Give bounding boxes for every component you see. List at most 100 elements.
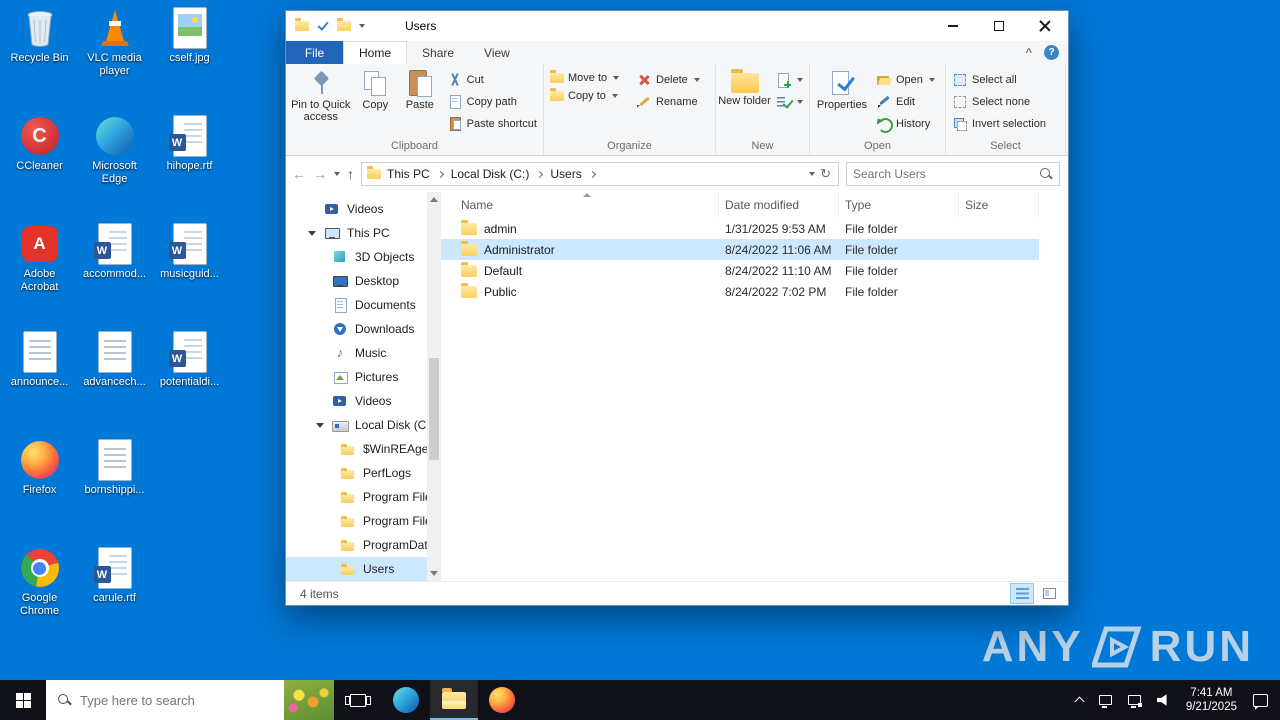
search-input[interactable] xyxy=(853,167,1036,181)
nav-item-local-disk-c[interactable]: Local Disk (C:) xyxy=(286,413,427,437)
nav-item-music[interactable]: ♪Music xyxy=(286,341,427,365)
column-header-type[interactable]: Type xyxy=(839,192,959,218)
nav-item-videos[interactable]: Videos xyxy=(286,389,427,413)
nav-item-pictures[interactable]: Pictures xyxy=(286,365,427,389)
search-icon[interactable] xyxy=(1040,168,1053,181)
desktop-icon-google-chrome[interactable]: Google Chrome xyxy=(2,542,77,650)
nav-item-users[interactable]: Users xyxy=(286,557,427,581)
desktop-icon-carule[interactable]: W carule.rtf xyxy=(77,542,152,650)
invert-selection-button[interactable]: Invert selection xyxy=(948,116,1050,132)
column-header-size[interactable]: Size xyxy=(959,192,1039,218)
file-row-administrator[interactable]: Administrator 8/24/2022 11:06 AM File fo… xyxy=(441,239,1039,260)
large-icons-view-button[interactable] xyxy=(1038,584,1060,603)
desktop-icon-hihope[interactable]: W hihope.rtf xyxy=(152,110,227,218)
new-item-button[interactable] xyxy=(771,72,807,88)
desktop-icon-bornshippi[interactable]: bornshippi... xyxy=(77,434,152,542)
desktop-icon-ccleaner[interactable]: C CCleaner xyxy=(2,110,77,218)
taskbar-search-input[interactable] xyxy=(80,693,240,708)
desktop-icon-microsoft-edge[interactable]: Microsoft Edge xyxy=(77,110,152,218)
qat-new-folder-icon[interactable] xyxy=(337,21,351,31)
desktop-icon-recycle-bin[interactable]: Recycle Bin xyxy=(2,2,77,110)
tray-display-button[interactable] xyxy=(1091,680,1120,720)
tab-share[interactable]: Share xyxy=(407,41,469,64)
tab-view[interactable]: View xyxy=(469,41,525,64)
scroll-up-icon[interactable] xyxy=(430,197,438,202)
nav-item-documents[interactable]: Documents xyxy=(286,293,427,317)
rename-button[interactable]: Rename xyxy=(632,94,712,110)
nav-item-3d-objects[interactable]: 3D Objects xyxy=(286,245,427,269)
task-view-button[interactable] xyxy=(334,680,382,720)
select-all-button[interactable]: Select all xyxy=(948,72,1050,88)
paste-shortcut-button[interactable]: Paste shortcut xyxy=(443,116,541,132)
history-button[interactable]: History xyxy=(872,116,939,132)
scrollbar-thumb[interactable] xyxy=(429,358,439,460)
expander-icon[interactable] xyxy=(316,423,324,428)
breadcrumb-separator-icon[interactable] xyxy=(536,170,543,177)
up-button[interactable]: ↑ xyxy=(347,166,354,182)
new-folder-button[interactable]: New folder xyxy=(718,65,771,140)
qat-properties-icon[interactable] xyxy=(317,20,329,32)
taskbar-firefox-button[interactable] xyxy=(478,680,526,720)
cut-button[interactable]: Cut xyxy=(443,72,541,88)
address-box[interactable]: This PC Local Disk (C:) Users ↻ xyxy=(361,162,839,186)
tab-file[interactable]: File xyxy=(286,41,343,64)
desktop-icon-advancech[interactable]: advancech... xyxy=(77,326,152,434)
copy-path-button[interactable]: Copy path xyxy=(443,94,541,110)
desktop-icon-vlc[interactable]: VLC media player xyxy=(77,2,152,110)
address-history-chevron-icon[interactable] xyxy=(809,172,815,176)
move-to-button[interactable]: Move to xyxy=(546,72,632,84)
select-none-button[interactable]: Select none xyxy=(948,94,1050,110)
breadcrumb-this-pc[interactable]: This PC xyxy=(382,167,435,181)
pin-to-quick-access-button[interactable]: Pin to Quick access xyxy=(288,65,353,140)
desktop-icon-potentialdi[interactable]: W potentialdi... xyxy=(152,326,227,434)
details-view-button[interactable] xyxy=(1011,584,1033,603)
desktop-icon-musicguid[interactable]: W musicguid... xyxy=(152,218,227,326)
action-center-button[interactable] xyxy=(1245,680,1276,720)
taskbar-file-explorer-button[interactable] xyxy=(430,680,478,720)
taskbar-clock[interactable]: 7:41 AM 9/21/2025 xyxy=(1178,686,1245,714)
taskbar-search[interactable] xyxy=(46,680,334,720)
file-row-default[interactable]: Default 8/24/2022 11:10 AM File folder xyxy=(441,260,1039,281)
breadcrumb-local-disk[interactable]: Local Disk (C:) xyxy=(446,167,535,181)
maximize-button[interactable] xyxy=(976,11,1022,41)
tray-show-hidden-icons-button[interactable] xyxy=(1068,680,1091,720)
taskbar-edge-button[interactable] xyxy=(382,680,430,720)
nav-item-winreagent[interactable]: $WinREAgent xyxy=(286,437,427,461)
close-button[interactable] xyxy=(1022,11,1068,41)
nav-item-programdata[interactable]: ProgramData xyxy=(286,533,427,557)
refresh-icon[interactable]: ↻ xyxy=(816,166,835,182)
search-highlight-image[interactable] xyxy=(284,680,334,720)
nav-scrollbar[interactable] xyxy=(427,192,441,581)
column-header-name[interactable]: Name xyxy=(441,192,719,218)
title-bar[interactable]: Users xyxy=(286,11,1068,41)
desktop-icon-firefox[interactable]: Firefox xyxy=(2,434,77,542)
nav-item-program-files[interactable]: Program Files xyxy=(286,485,427,509)
tray-network-button[interactable] xyxy=(1120,680,1149,720)
collapse-ribbon-icon[interactable]: ^ xyxy=(1026,47,1032,59)
breadcrumb-users[interactable]: Users xyxy=(545,167,586,181)
nav-item-videos-quick-access[interactable]: Videos xyxy=(286,197,427,221)
column-header-date-modified[interactable]: Date modified xyxy=(719,192,839,218)
qat-customize-chevron-icon[interactable] xyxy=(359,24,365,28)
nav-item-perflogs[interactable]: PerfLogs xyxy=(286,461,427,485)
search-box[interactable] xyxy=(846,162,1060,186)
tray-volume-button[interactable] xyxy=(1149,680,1178,720)
properties-button[interactable]: Properties xyxy=(812,65,872,140)
forward-button[interactable]: → xyxy=(313,166,327,182)
minimize-button[interactable] xyxy=(930,11,976,41)
nav-item-downloads[interactable]: Downloads xyxy=(286,317,427,341)
nav-item-desktop[interactable]: Desktop xyxy=(286,269,427,293)
paste-button[interactable]: Paste xyxy=(397,65,443,140)
easy-access-button[interactable] xyxy=(771,94,807,110)
open-button[interactable]: Open xyxy=(872,72,939,88)
recent-locations-chevron-icon[interactable] xyxy=(334,172,340,176)
nav-item-program-files-x86[interactable]: Program Files xyxy=(286,509,427,533)
nav-item-this-pc[interactable]: This PC xyxy=(286,221,427,245)
tab-home[interactable]: Home xyxy=(343,41,407,64)
desktop-icon-cself[interactable]: cself.jpg xyxy=(152,2,227,110)
file-row-public[interactable]: Public 8/24/2022 7:02 PM File folder xyxy=(441,281,1039,302)
file-row-admin[interactable]: admin 1/31/2025 9:53 AM File folder xyxy=(441,218,1039,239)
expander-icon[interactable] xyxy=(308,231,316,236)
edit-button[interactable]: Edit xyxy=(872,94,939,110)
scroll-down-icon[interactable] xyxy=(430,571,438,576)
